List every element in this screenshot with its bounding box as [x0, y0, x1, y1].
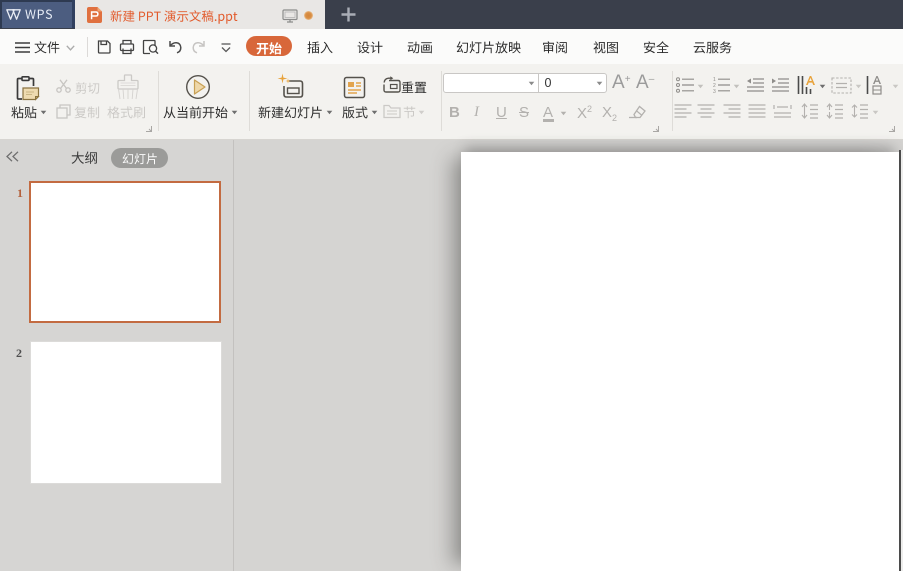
- svg-text:3: 3: [713, 89, 716, 93]
